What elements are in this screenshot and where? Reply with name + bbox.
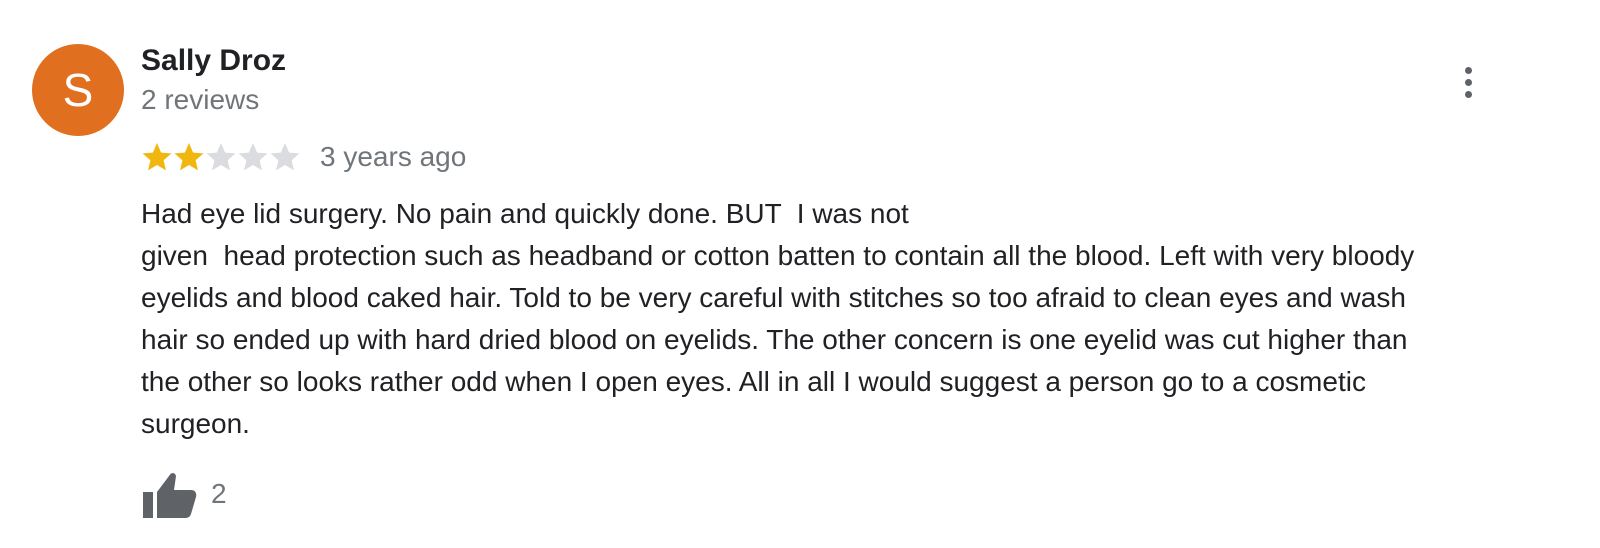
more-vert-icon-dot xyxy=(1464,78,1472,86)
avatar-initial: S xyxy=(62,64,94,116)
more-vert-icon xyxy=(1464,66,1472,74)
review-time: 3 years ago xyxy=(320,141,467,172)
thumbs-up-icon xyxy=(143,473,197,518)
star-filled-icon xyxy=(174,143,204,171)
star-rating xyxy=(141,140,301,174)
review-text-line: surgeon. xyxy=(141,408,250,439)
star-empty-icon xyxy=(270,143,300,171)
star-filled-icon xyxy=(142,143,172,171)
like-count: 2 xyxy=(211,478,227,509)
review-text-line: eyelids and blood caked hair. Told to be… xyxy=(141,282,1406,313)
more-options-button[interactable] xyxy=(1452,60,1484,104)
like-button[interactable]: 2 xyxy=(141,470,227,518)
review-text-line: Had eye lid surgery. No pain and quickly… xyxy=(141,198,909,229)
review-text: Had eye lid surgery. No pain and quickly… xyxy=(141,193,1536,445)
star-empty-icon xyxy=(238,143,268,171)
star-empty-icon xyxy=(206,143,236,171)
more-vert-icon-dot xyxy=(1464,90,1472,98)
review-text-line: given head protection such as headband o… xyxy=(141,240,1415,271)
review-text-line: the other so looks rather odd when I ope… xyxy=(141,366,1366,397)
review-card: S Sally Droz 2 reviews 3 years ago Had e… xyxy=(0,0,1600,548)
reviewer-name[interactable]: Sally Droz xyxy=(141,44,286,78)
review-text-line: hair so ended up with hard dried blood o… xyxy=(141,324,1408,355)
reviewer-review-count: 2 reviews xyxy=(141,84,260,115)
avatar[interactable]: S xyxy=(32,44,124,136)
